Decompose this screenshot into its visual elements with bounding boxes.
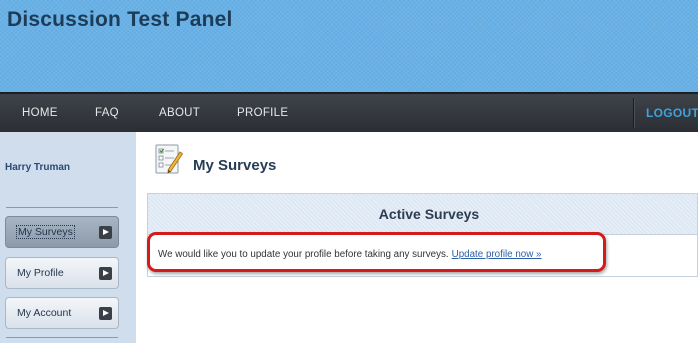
nav-faq[interactable]: FAQ (95, 94, 119, 132)
logout-link[interactable]: LOGOUT (646, 94, 698, 132)
sidebar-divider (6, 337, 118, 338)
site-title: Discussion Test Panel (7, 8, 233, 31)
notice-message: We would like you to update your profile… (158, 249, 449, 260)
nav-profile[interactable]: PROFILE (237, 94, 288, 132)
sidebar-item-my-profile[interactable]: My Profile (5, 257, 119, 289)
nav-about[interactable]: ABOUT (159, 94, 200, 132)
main-nav: HOME FAQ ABOUT PROFILE LOGOUT (0, 92, 698, 132)
sidebar-item-my-account[interactable]: My Account (5, 297, 119, 329)
sidebar-divider (6, 207, 118, 208)
active-surveys-title: Active Surveys (378, 206, 480, 222)
sidebar-item-label: My Profile (17, 267, 64, 279)
user-name: Harry Truman (5, 162, 71, 173)
survey-clipboard-icon (155, 144, 183, 174)
active-surveys-header: Active Surveys (148, 194, 697, 235)
sidebar-item-my-surveys[interactable]: My Surveys (5, 216, 119, 248)
arrow-right-icon (99, 267, 112, 280)
site-header: Discussion Test Panel (0, 0, 698, 92)
sidebar-item-label: My Account (17, 307, 72, 319)
sidebar: Harry Truman My Surveys My Profile My Ac… (0, 132, 136, 343)
sidebar-item-label: My Surveys (16, 225, 75, 239)
nav-divider (633, 98, 635, 128)
nav-home[interactable]: HOME (22, 94, 58, 132)
arrow-right-icon (99, 307, 112, 320)
page-title: My Surveys (193, 157, 277, 174)
notice-text-row: We would like you to update your profile… (158, 249, 542, 260)
update-profile-link[interactable]: Update profile now » (452, 249, 542, 260)
profile-update-notice: We would like you to update your profile… (147, 232, 606, 272)
arrow-right-icon (99, 226, 112, 239)
